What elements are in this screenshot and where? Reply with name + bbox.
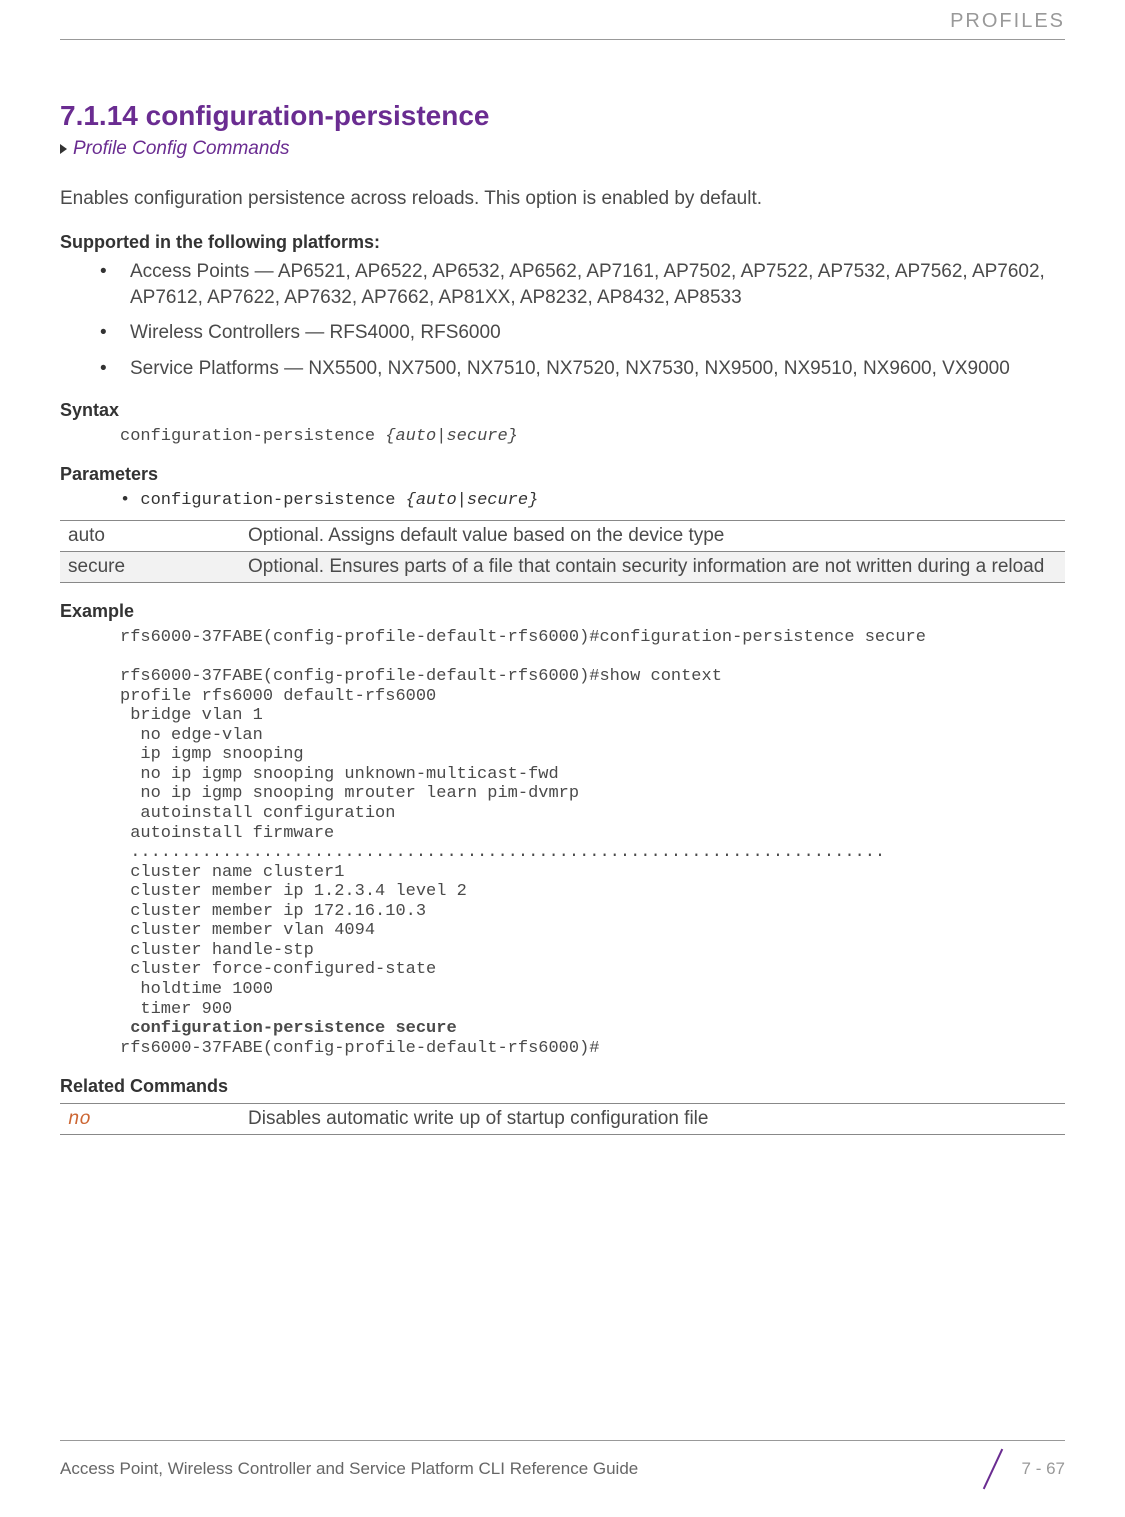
- related-desc-cell: Disables automatic write up of startup c…: [240, 1104, 1065, 1135]
- related-commands-table: no Disables automatic write up of startu…: [60, 1103, 1065, 1135]
- page-number-block: 7 - 67: [974, 1451, 1065, 1487]
- breadcrumb-text: Profile Config Commands: [73, 138, 289, 159]
- syntax-opts: {auto|secure}: [385, 427, 518, 446]
- table-row: auto Optional. Assigns default value bas…: [60, 521, 1065, 552]
- section-title: 7.1.14 configuration-persistence: [60, 100, 1065, 132]
- param-desc-cell: Optional. Assigns default value based on…: [240, 521, 1065, 552]
- param-name-cell: auto: [60, 521, 240, 552]
- syntax-code: configuration-persistence {auto|secure}: [120, 427, 1065, 447]
- param-opts: {auto|secure}: [406, 491, 539, 510]
- example-post: rfs6000-37FABE(config-profile-default-rf…: [120, 1039, 599, 1058]
- platform-list: Access Points — AP6521, AP6522, AP6532, …: [60, 259, 1065, 382]
- example-heading: Example: [60, 601, 1065, 622]
- page-number: 7 - 67: [1022, 1459, 1065, 1479]
- table-row: no Disables automatic write up of startu…: [60, 1104, 1065, 1135]
- breadcrumb[interactable]: Profile Config Commands: [60, 138, 1065, 160]
- example-pre: rfs6000-37FABE(config-profile-default-rf…: [120, 628, 926, 1018]
- example-bold-line: configuration-persistence secure: [120, 1019, 457, 1038]
- related-cmd-cell[interactable]: no: [60, 1104, 240, 1135]
- intro-paragraph: Enables configuration persistence across…: [60, 188, 1065, 210]
- table-row: secure Optional. Ensures parts of a file…: [60, 552, 1065, 583]
- supported-heading: Supported in the following platforms:: [60, 232, 1065, 253]
- parameter-line: • configuration-persistence {auto|secure…: [120, 491, 1065, 510]
- param-name-cell: secure: [60, 552, 240, 583]
- header-section-label: PROFILES: [60, 10, 1065, 40]
- parameters-table: auto Optional. Assigns default value bas…: [60, 520, 1065, 583]
- list-item: Access Points — AP6521, AP6522, AP6532, …: [60, 259, 1065, 310]
- param-desc-cell: Optional. Ensures parts of a file that c…: [240, 552, 1065, 583]
- page-footer: Access Point, Wireless Controller and Se…: [60, 1440, 1065, 1487]
- list-item: Wireless Controllers — RFS4000, RFS6000: [60, 320, 1065, 346]
- syntax-cmd: configuration-persistence: [120, 427, 385, 446]
- bullet-icon: •: [120, 491, 140, 510]
- syntax-heading: Syntax: [60, 400, 1065, 421]
- related-heading: Related Commands: [60, 1076, 1065, 1097]
- param-cmd: configuration-persistence: [140, 491, 405, 510]
- list-item: Service Platforms — NX5500, NX7500, NX75…: [60, 356, 1065, 382]
- arrow-right-icon: [60, 144, 67, 154]
- slash-decoration-icon: [974, 1451, 1010, 1487]
- example-code: rfs6000-37FABE(config-profile-default-rf…: [120, 628, 1065, 1058]
- parameters-heading: Parameters: [60, 464, 1065, 485]
- footer-title: Access Point, Wireless Controller and Se…: [60, 1459, 638, 1479]
